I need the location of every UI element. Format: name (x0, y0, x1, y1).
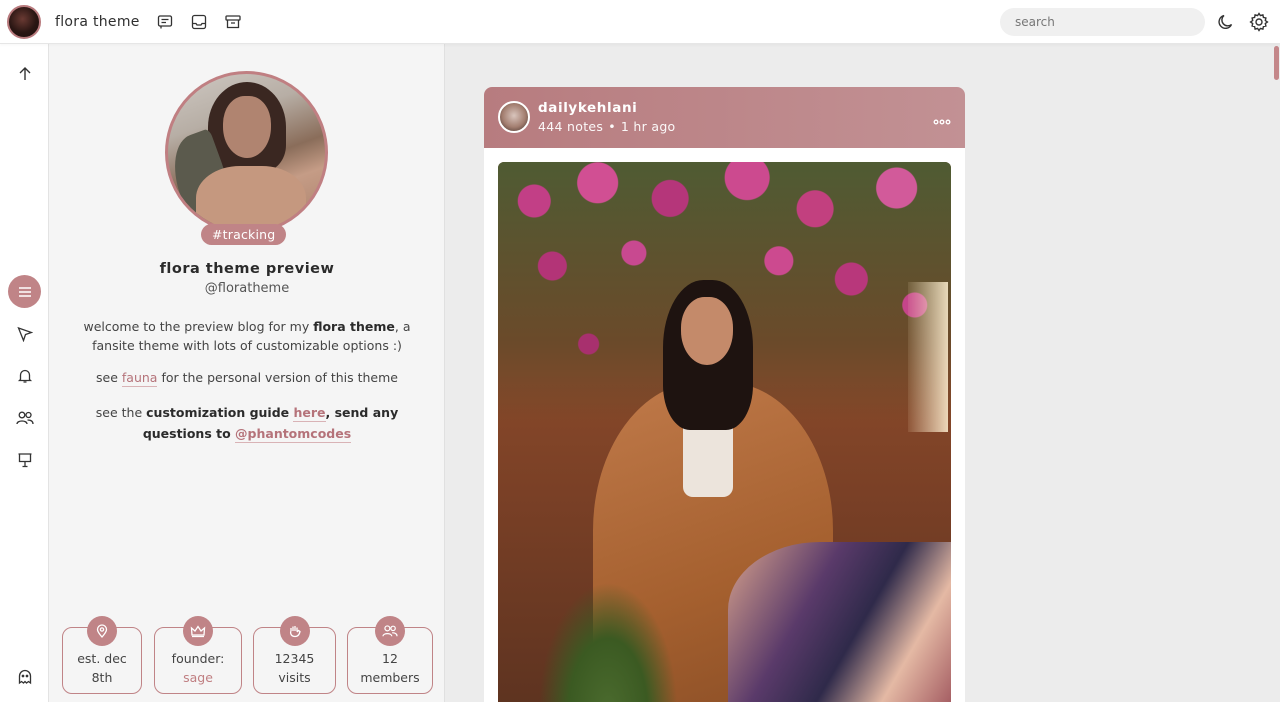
post-time[interactable]: 1 hr ago (621, 119, 676, 134)
guide-link[interactable]: here (293, 405, 326, 422)
board-icon[interactable] (8, 443, 41, 476)
phantomcodes-link[interactable]: @phantomcodes (235, 426, 352, 443)
moon-icon[interactable] (1217, 13, 1235, 35)
location-pin-icon (87, 616, 117, 646)
site-avatar[interactable] (7, 4, 41, 39)
arrow-up-icon[interactable] (8, 57, 41, 90)
scrollbar-thumb[interactable] (1274, 46, 1279, 80)
stat-visits: 12345 visits (253, 616, 336, 694)
blog-handle: @floratheme (204, 281, 290, 296)
inbox-icon[interactable] (190, 13, 208, 31)
send-icon[interactable] (8, 317, 41, 350)
blog-name: flora theme preview (159, 261, 335, 277)
top-bar: flora theme (0, 0, 1280, 44)
left-rail (0, 44, 49, 702)
post-username[interactable]: dailykehlani (538, 100, 637, 116)
search-input[interactable] (1000, 8, 1205, 36)
gear-icon[interactable] (1249, 12, 1269, 36)
post-avatar[interactable] (498, 101, 530, 133)
archive-icon[interactable] (224, 13, 242, 31)
stat-founder: founder: sage (154, 616, 242, 694)
more-options-icon[interactable] (933, 111, 951, 130)
description-fauna: see fauna for the personal version of th… (96, 370, 398, 387)
crown-icon (183, 616, 213, 646)
post-header: dailykehlani 444 notes • 1 hr ago (484, 87, 965, 148)
description-guide: see the customization guide here, send a… (95, 405, 399, 443)
stat-established: est. dec 8th (62, 616, 142, 694)
people-icon[interactable] (8, 401, 41, 434)
profile-picture (165, 71, 328, 234)
site-title[interactable]: flora theme (55, 14, 140, 30)
members-icon (375, 616, 405, 646)
post-meta: 444 notes • 1 hr ago (538, 119, 676, 134)
fauna-link[interactable]: fauna (121, 370, 158, 387)
tracking-tag[interactable]: #tracking (201, 224, 287, 245)
post-notes[interactable]: 444 notes (538, 119, 603, 134)
description-intro: welcome to the preview blog for my flora… (83, 319, 411, 353)
bell-icon[interactable] (8, 359, 41, 392)
blog-sidebar: #tracking flora theme preview @florathem… (49, 44, 445, 702)
message-icon[interactable] (156, 13, 174, 31)
menu-icon[interactable] (8, 275, 41, 308)
post-card: dailykehlani 444 notes • 1 hr ago (484, 87, 965, 702)
founder-link[interactable]: sage (155, 668, 241, 687)
post-image[interactable] (498, 162, 951, 702)
stat-members: 12 members (347, 616, 433, 694)
ghost-icon[interactable] (8, 660, 41, 693)
wave-hand-icon (279, 616, 310, 646)
